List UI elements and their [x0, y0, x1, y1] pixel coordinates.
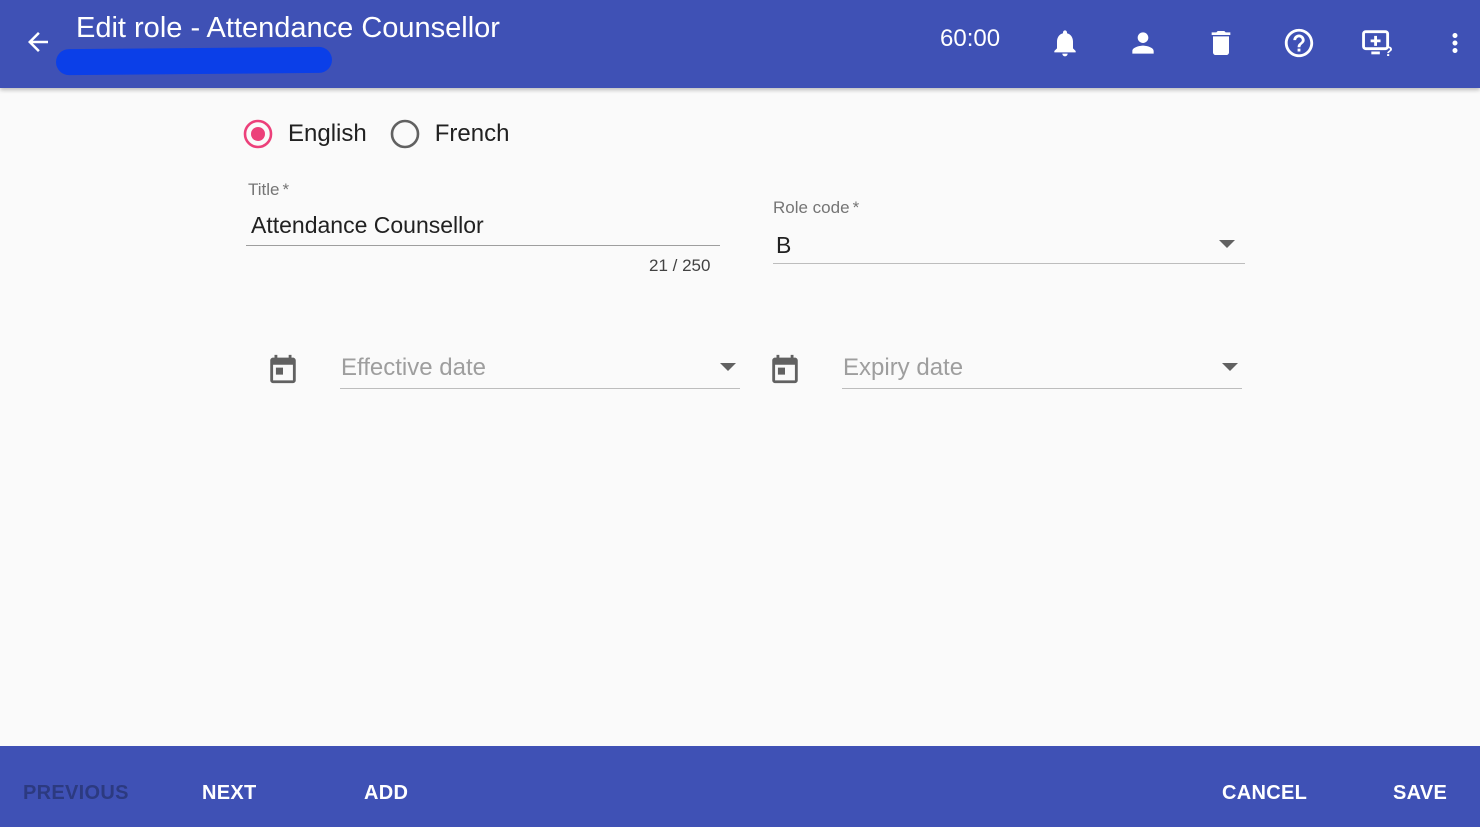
title-label: Title * [248, 180, 290, 199]
help-button[interactable] [1276, 20, 1322, 66]
dropdown-arrow-icon [1219, 240, 1235, 248]
delete-button[interactable] [1198, 20, 1244, 66]
radio-french-label[interactable]: French [435, 120, 510, 148]
redaction-scribble [55, 46, 333, 76]
title-char-counter: 21 / 250 [649, 256, 711, 275]
screen-help-button[interactable]: ? [1354, 20, 1400, 66]
calendar-icon[interactable] [266, 352, 300, 386]
dropdown-arrow-icon [1222, 363, 1238, 371]
title-field[interactable]: Title * Attendance Counsellor [246, 178, 720, 248]
role-code-value: B [776, 232, 792, 258]
session-timer: 60:00 [940, 25, 1001, 52]
svg-text:?: ? [1384, 44, 1393, 60]
arrow-back-icon [28, 32, 48, 52]
radio-unchecked-icon [390, 119, 420, 149]
notifications-button[interactable] [1042, 20, 1088, 66]
previous-button[interactable]: PREVIOUS [23, 782, 129, 805]
app-bar: Edit role - Attendance Counsellor 60:00 … [0, 0, 1480, 88]
person-icon [1132, 32, 1154, 54]
calendar-icon[interactable] [768, 352, 802, 386]
radio-english[interactable] [242, 118, 274, 150]
role-code-label: Role code * [773, 198, 860, 217]
profile-button[interactable] [1120, 20, 1166, 66]
title-value: Attendance Counsellor [251, 212, 484, 238]
add-button[interactable]: ADD [364, 782, 408, 805]
expiry-date-select[interactable]: Expiry date [842, 348, 1242, 392]
bottom-action-bar: PREVIOUS NEXT ADD CANCEL SAVE [0, 746, 1480, 827]
next-button[interactable]: NEXT [202, 782, 257, 805]
dropdown-arrow-icon [720, 363, 736, 371]
page-title: Edit role - Attendance Counsellor [76, 12, 500, 44]
expiry-date-underline [842, 388, 1242, 389]
effective-date-select[interactable]: Effective date [340, 348, 740, 392]
save-button[interactable]: SAVE [1393, 782, 1447, 805]
language-radio-group: English French [242, 118, 531, 150]
trash-icon [1211, 31, 1231, 55]
bell-icon [1054, 30, 1076, 57]
screen-help-icon: ? [1362, 30, 1393, 60]
radio-checked-icon [243, 119, 273, 149]
radio-french[interactable] [389, 118, 421, 150]
title-underline [246, 245, 720, 246]
more-options-button[interactable] [1432, 20, 1478, 66]
more-vert-icon [1452, 33, 1458, 53]
back-button[interactable] [18, 22, 58, 62]
cancel-button[interactable]: CANCEL [1222, 782, 1307, 805]
effective-date-underline [340, 388, 740, 389]
role-code-underline [773, 263, 1245, 264]
expiry-date-placeholder: Expiry date [843, 354, 964, 381]
help-icon [1284, 28, 1314, 58]
radio-english-label[interactable]: English [288, 120, 367, 148]
effective-date-placeholder: Effective date [341, 354, 486, 381]
role-code-select[interactable]: Role code * B [773, 196, 1245, 266]
